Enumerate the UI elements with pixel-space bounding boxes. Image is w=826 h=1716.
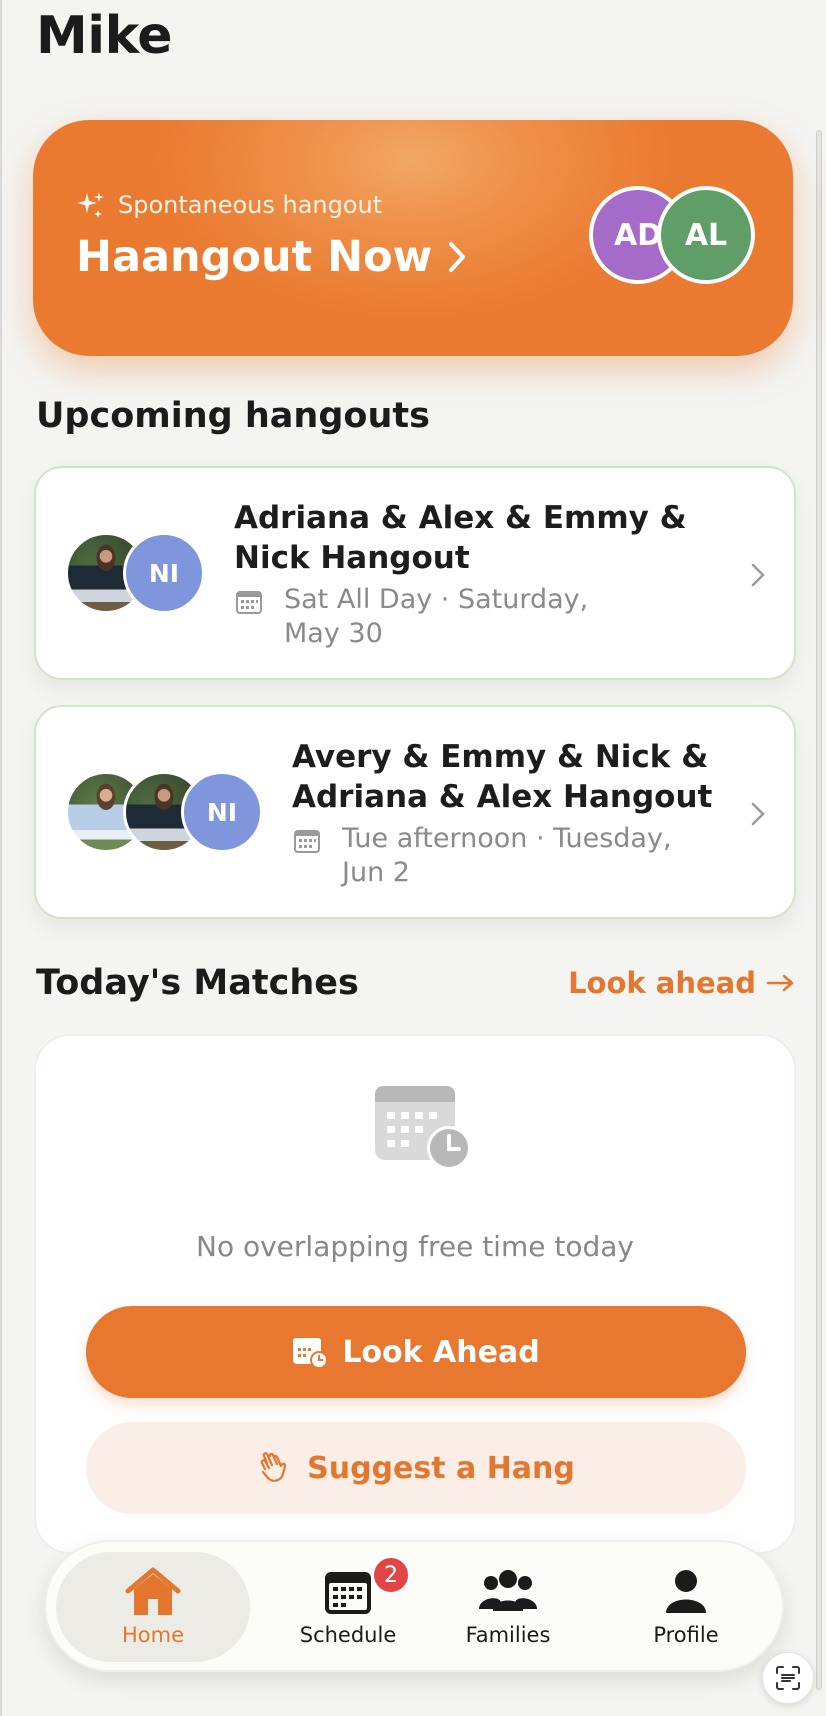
- hangout-time-line: Sat All Day · Saturday,: [284, 584, 589, 615]
- waving-hand-icon: [260, 1452, 287, 1482]
- bottom-tab-bar: Home Schedule 2 Families Profile: [44, 1540, 784, 1672]
- tab-schedule[interactable]: Schedule 2: [260, 1552, 436, 1662]
- todays-matches-title: Today's Matches: [36, 963, 359, 1003]
- calendar-clock-icon: [293, 1338, 329, 1368]
- hangout-name: Avery & Emmy & Nick & Adriana & Alex Han…: [292, 737, 712, 817]
- arrow-right-icon: [766, 974, 794, 992]
- scrollbar[interactable]: [816, 130, 822, 1690]
- calendar-icon: [294, 830, 320, 853]
- hangout-name-line: Nick Hangout: [234, 540, 470, 576]
- people-icon: [479, 1570, 537, 1611]
- notification-badge: 2: [372, 1556, 410, 1594]
- hangout-card[interactable]: NI Avery & Emmy & Nick & Adriana & Alex …: [34, 705, 796, 919]
- hero-kicker-label: Spontaneous hangout: [118, 191, 383, 219]
- tab-profile[interactable]: Profile: [598, 1552, 774, 1662]
- page-edge: [0, 0, 2, 1716]
- suggest-hang-button-label: Suggest a Hang: [307, 1450, 575, 1486]
- avatar: AL: [657, 186, 755, 284]
- sparkle-icon: [77, 192, 104, 218]
- hangout-time-line: Tue afternoon · Tuesday,: [342, 823, 672, 854]
- hangout-now-card[interactable]: Spontaneous hangout Haangout Now AD AL: [33, 120, 793, 356]
- hero-title: Haangout Now: [76, 232, 470, 282]
- calendar-clock-icon: [375, 1086, 471, 1170]
- scan-icon: [776, 1666, 800, 1690]
- hangout-time: Sat All Day · Saturday, May 30: [284, 583, 588, 651]
- avatar-initials: NI: [148, 558, 180, 588]
- hero-kicker: Spontaneous hangout: [76, 190, 382, 220]
- hangout-name-line: Adriana & Alex Hangout: [292, 779, 713, 815]
- hangout-name: Adriana & Alex & Emmy & Nick Hangout: [234, 498, 687, 578]
- home-icon: [125, 1567, 181, 1615]
- tab-label: Home: [121, 1623, 184, 1647]
- chevron-right-icon: [449, 242, 466, 272]
- tab-label: Families: [465, 1623, 551, 1647]
- chevron-right-icon: [751, 802, 765, 826]
- hero-title-label: Haangout Now: [76, 232, 433, 282]
- hangout-card[interactable]: NI Adriana & Alex & Emmy & Nick Hangout …: [34, 466, 796, 680]
- tab-home[interactable]: Home: [56, 1552, 250, 1662]
- calendar-icon: [236, 591, 262, 614]
- chevron-right-icon: [751, 563, 765, 587]
- tab-label: Schedule: [299, 1623, 397, 1647]
- scan-text-button[interactable]: [762, 1652, 814, 1704]
- look-ahead-link[interactable]: Look ahead: [568, 966, 796, 1000]
- person-icon: [666, 1570, 706, 1613]
- hangout-time-line: May 30: [284, 618, 383, 649]
- avatar: NI: [181, 771, 263, 853]
- hero-avatars: AD AL: [589, 186, 759, 286]
- look-ahead-button[interactable]: Look Ahead: [86, 1306, 746, 1398]
- empty-state-text: No overlapping free time today: [196, 1230, 634, 1263]
- page-title: Mike: [36, 6, 173, 66]
- tab-families[interactable]: Families: [420, 1552, 596, 1662]
- look-ahead-link-label: Look ahead: [568, 966, 756, 1000]
- matches-card: No overlapping free time today Look Ahea…: [34, 1034, 796, 1554]
- hangout-time: Tue afternoon · Tuesday, Jun 2: [342, 822, 672, 890]
- tab-label: Profile: [653, 1623, 719, 1647]
- avatar-initials: NI: [206, 797, 238, 827]
- calendar-icon: [325, 1572, 371, 1614]
- avatar: NI: [123, 532, 205, 614]
- look-ahead-button-label: Look Ahead: [342, 1334, 540, 1370]
- hangout-time-line: Jun 2: [342, 857, 410, 888]
- avatar-initials: AL: [684, 217, 728, 253]
- suggest-hang-button[interactable]: Suggest a Hang: [86, 1422, 746, 1514]
- avatar-initials: AD: [613, 217, 663, 253]
- upcoming-hangouts-title: Upcoming hangouts: [36, 396, 430, 436]
- hangout-name-line: Adriana & Alex & Emmy &: [234, 500, 687, 536]
- hangout-name-line: Avery & Emmy & Nick &: [292, 739, 709, 775]
